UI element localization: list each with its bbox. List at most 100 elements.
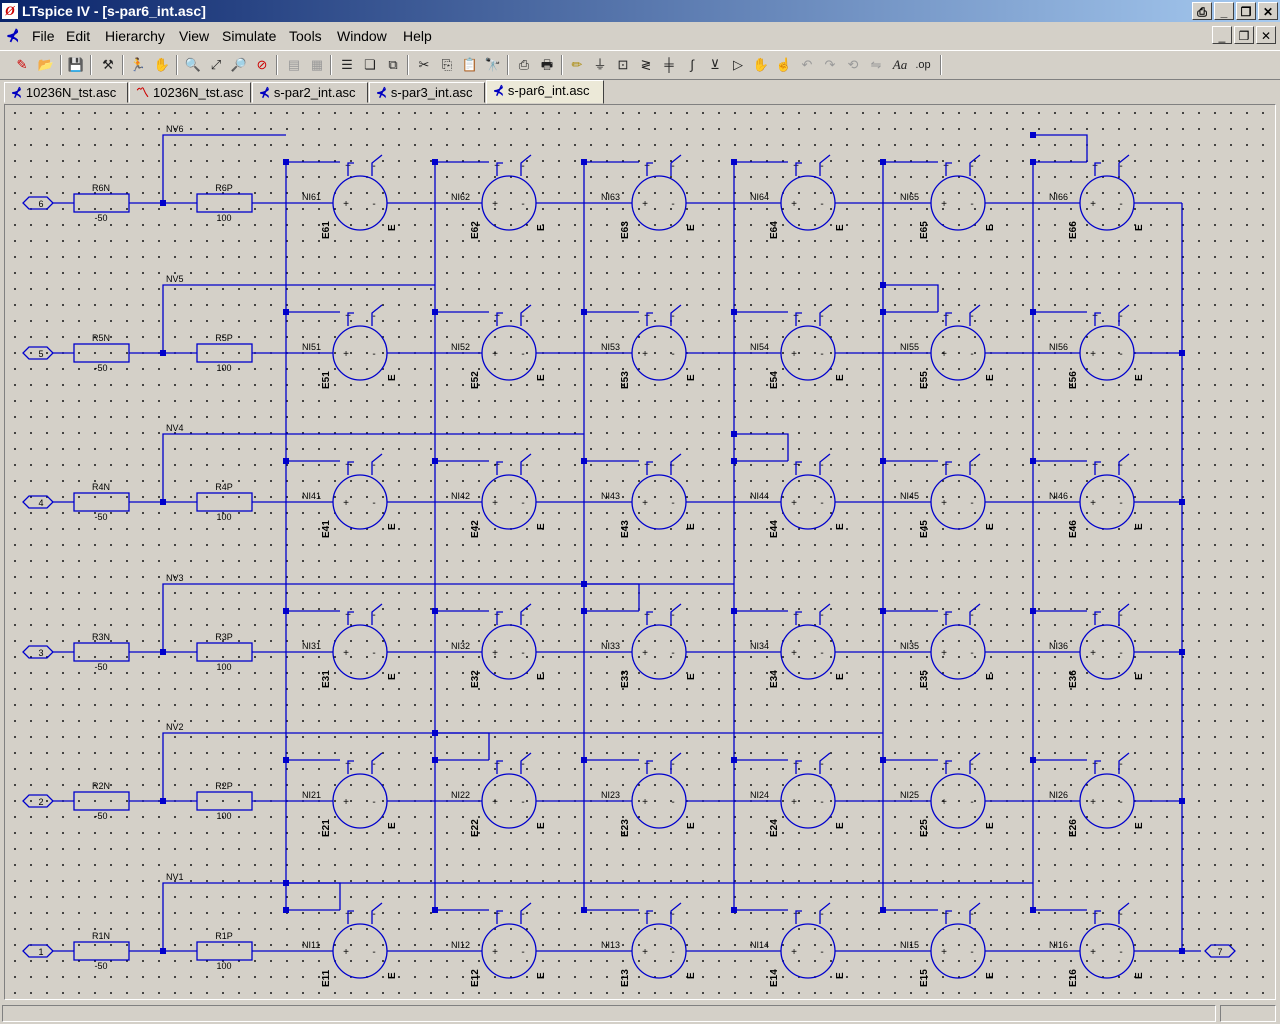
label-net-icon[interactable]: ⊡ — [613, 55, 633, 75]
paste-icon[interactable]: 📋 — [460, 55, 480, 75]
open-icon[interactable]: 📂 — [36, 55, 56, 75]
voltage-source-e32[interactable] — [481, 624, 537, 680]
control-panel-icon[interactable]: ⚒ — [98, 55, 118, 75]
menu-help[interactable]: Help — [403, 28, 432, 44]
close-button[interactable]: ✕ — [1258, 2, 1278, 20]
menu-window[interactable]: Window — [337, 28, 387, 44]
voltage-source-e26[interactable] — [1079, 773, 1135, 829]
minimize-button[interactable]: _ — [1214, 2, 1234, 20]
voltage-source-e21[interactable] — [332, 773, 388, 829]
title-bar[interactable]: Ø LTspice IV - [s-par6_int.asc] ⎙ _ ❐ ✕ — [0, 0, 1280, 22]
resistor-rp[interactable] — [196, 193, 253, 213]
tab-10236n-tst-waveform[interactable]: 〽 10236N_tst.asc — [129, 82, 251, 103]
voltage-source-e16[interactable] — [1079, 923, 1135, 979]
copy-icon[interactable]: ⎘ — [437, 55, 457, 75]
mdi-restore-button[interactable]: ❐ — [1234, 26, 1254, 44]
undo-icon[interactable]: ↶ — [797, 55, 817, 75]
print-preview-icon[interactable]: ⎙ — [514, 55, 534, 75]
voltage-source-e62[interactable] — [481, 175, 537, 231]
nv-control-wire[interactable] — [435, 732, 490, 760]
voltage-source-e12[interactable] — [481, 923, 537, 979]
resistor-rn[interactable] — [73, 642, 130, 662]
resistor-rn[interactable] — [73, 343, 130, 363]
voltage-source-e34[interactable] — [780, 624, 836, 680]
resistor-rn[interactable] — [73, 193, 130, 213]
resistor-rn[interactable] — [73, 791, 130, 811]
schematic-drawing[interactable]: 7 6 R6N -50 NV6 R6P 100 + - + - NI61 E61 E + - + - NI62 E62… — [5, 105, 1276, 1000]
ground-icon[interactable]: ⏚ — [590, 55, 610, 75]
voltage-source-e11[interactable] — [332, 923, 388, 979]
voltage-source-e36[interactable] — [1079, 624, 1135, 680]
voltage-source-e63[interactable] — [631, 175, 687, 231]
voltage-source-e66[interactable] — [1079, 175, 1135, 231]
tab-s-par3-int[interactable]: ⊀ s-par3_int.asc — [369, 82, 485, 103]
wire-icon[interactable]: ✏ — [567, 55, 587, 75]
voltage-source-e35[interactable] — [930, 624, 986, 680]
resistor-rn[interactable] — [73, 492, 130, 512]
nv-control-wire[interactable] — [286, 882, 341, 910]
run-icon[interactable]: 🏃 — [128, 55, 148, 75]
voltage-source-e13[interactable] — [631, 923, 687, 979]
schematic-doc-icon[interactable]: ⊀ — [6, 26, 19, 46]
tile-vertical-icon[interactable]: ❏ — [360, 55, 380, 75]
menu-file[interactable]: File — [32, 28, 55, 44]
voltage-source-e43[interactable] — [631, 474, 687, 530]
voltage-source-e25[interactable] — [930, 773, 986, 829]
move-icon[interactable]: ✋ — [751, 55, 771, 75]
drag-icon[interactable]: ☝ — [774, 55, 794, 75]
voltage-source-e46[interactable] — [1079, 474, 1135, 530]
zoom-out-icon[interactable]: 🔎 — [229, 55, 249, 75]
voltage-source-e14[interactable] — [780, 923, 836, 979]
resistor-rn[interactable] — [73, 941, 130, 961]
voltage-source-e61[interactable] — [332, 175, 388, 231]
mdi-close-button[interactable]: ✕ — [1256, 26, 1276, 44]
schematic-canvas[interactable]: 7 6 R6N -50 NV6 R6P 100 + - + - NI61 E61 E + - + - NI62 E62… — [4, 104, 1276, 1000]
text-icon[interactable]: Aa — [890, 55, 910, 75]
cascade-icon[interactable]: ⧉ — [383, 55, 403, 75]
diode-icon[interactable]: ⊻ — [705, 55, 725, 75]
voltage-source-e51[interactable] — [332, 325, 388, 381]
voltage-source-e41[interactable] — [332, 474, 388, 530]
tile-horizontal-icon[interactable]: ☰ — [337, 55, 357, 75]
resistor-rp[interactable] — [196, 642, 253, 662]
save-icon[interactable]: 💾 — [66, 55, 86, 75]
resistor-icon[interactable]: ≷ — [636, 55, 656, 75]
voltage-source-e24[interactable] — [780, 773, 836, 829]
mirror-icon[interactable]: ⇋ — [866, 55, 886, 75]
voltage-source-e54[interactable] — [780, 325, 836, 381]
resistor-rp[interactable] — [196, 492, 253, 512]
menu-edit[interactable]: Edit — [66, 28, 90, 44]
resistor-rp[interactable] — [196, 941, 253, 961]
spice-directive-icon[interactable]: .op — [913, 55, 933, 75]
grid-icon[interactable]: ▦ — [307, 55, 327, 75]
tab-s-par2-int[interactable]: ⊀ s-par2_int.asc — [252, 82, 368, 103]
nv-control-wire[interactable] — [883, 284, 939, 312]
resistor-rp[interactable] — [196, 791, 253, 811]
menu-tools[interactable]: Tools — [289, 28, 322, 44]
zoom-in-icon[interactable]: 🔍 — [183, 55, 203, 75]
capacitor-icon[interactable]: ╪ — [659, 55, 679, 75]
voltage-source-e64[interactable] — [780, 175, 836, 231]
print-icon[interactable]: 🖶 — [537, 55, 557, 75]
mdi-minimize-button[interactable]: _ — [1212, 26, 1232, 44]
voltage-source-e52[interactable] — [481, 325, 537, 381]
voltage-source-e45[interactable] — [930, 474, 986, 530]
print-icon[interactable]: ⎙ — [1192, 2, 1212, 20]
tab-s-par6-int[interactable]: ⊀ s-par6_int.asc — [486, 80, 604, 104]
menu-simulate[interactable]: Simulate — [222, 28, 276, 44]
voltage-source-e55[interactable] — [930, 325, 986, 381]
menu-view[interactable]: View — [179, 28, 209, 44]
cut-icon[interactable]: ✂ — [414, 55, 434, 75]
nv-net-wire[interactable] — [162, 284, 435, 353]
find-icon[interactable]: 🔭 — [483, 55, 503, 75]
nv-control-wire[interactable] — [584, 583, 640, 611]
voltage-source-e33[interactable] — [631, 624, 687, 680]
nv-control-wire[interactable] — [1033, 134, 1088, 162]
voltage-source-e31[interactable] — [332, 624, 388, 680]
resistor-rp[interactable] — [196, 343, 253, 363]
component-icon[interactable]: ▷ — [728, 55, 748, 75]
voltage-source-e15[interactable] — [930, 923, 986, 979]
voltage-source-e53[interactable] — [631, 325, 687, 381]
zoom-fit-icon[interactable]: ⤢ — [206, 55, 226, 75]
halt-icon[interactable]: ✋ — [152, 55, 172, 75]
